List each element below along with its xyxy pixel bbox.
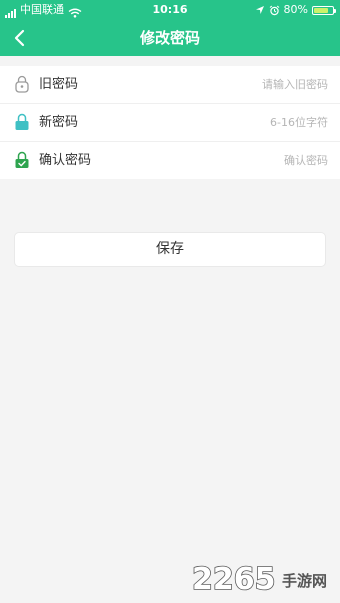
old-password-input[interactable]: [178, 74, 328, 95]
save-button[interactable]: 保存: [14, 232, 326, 267]
lock-icon: [15, 113, 29, 130]
confirm-password-input[interactable]: [178, 150, 328, 171]
alarm-clock-icon: [269, 5, 279, 15]
new-password-input[interactable]: [178, 112, 328, 133]
confirm-password-row: 确认密码: [0, 142, 340, 179]
nav-bar: 修改密码: [0, 20, 340, 56]
password-form: 旧密码 新密码 确认密码: [0, 66, 340, 179]
battery-level-fill: [314, 8, 328, 13]
page-title: 修改密码: [139, 29, 200, 47]
status-bar: 中国联通 10:16 80%: [0, 0, 340, 20]
watermark-text: 手游网: [282, 572, 327, 590]
battery-percent: 80%: [283, 3, 308, 16]
new-password-row: 新密码: [0, 104, 340, 142]
location-arrow-icon: [255, 6, 264, 14]
new-password-label: 新密码: [39, 115, 79, 130]
lock-check-icon: [15, 151, 29, 168]
site-watermark-logo: 2265 手游网: [192, 561, 327, 595]
app-header: 中国联通 10:16 80% 修改密码: [0, 0, 340, 56]
confirm-password-label: 确认密码: [39, 153, 92, 168]
watermark-number: 2265: [192, 562, 276, 595]
old-password-row: 旧密码: [0, 66, 340, 104]
status-right: 80%: [255, 0, 336, 20]
battery-icon: [312, 6, 336, 15]
old-password-label: 旧密码: [39, 77, 79, 92]
user-lock-icon: [15, 75, 29, 93]
